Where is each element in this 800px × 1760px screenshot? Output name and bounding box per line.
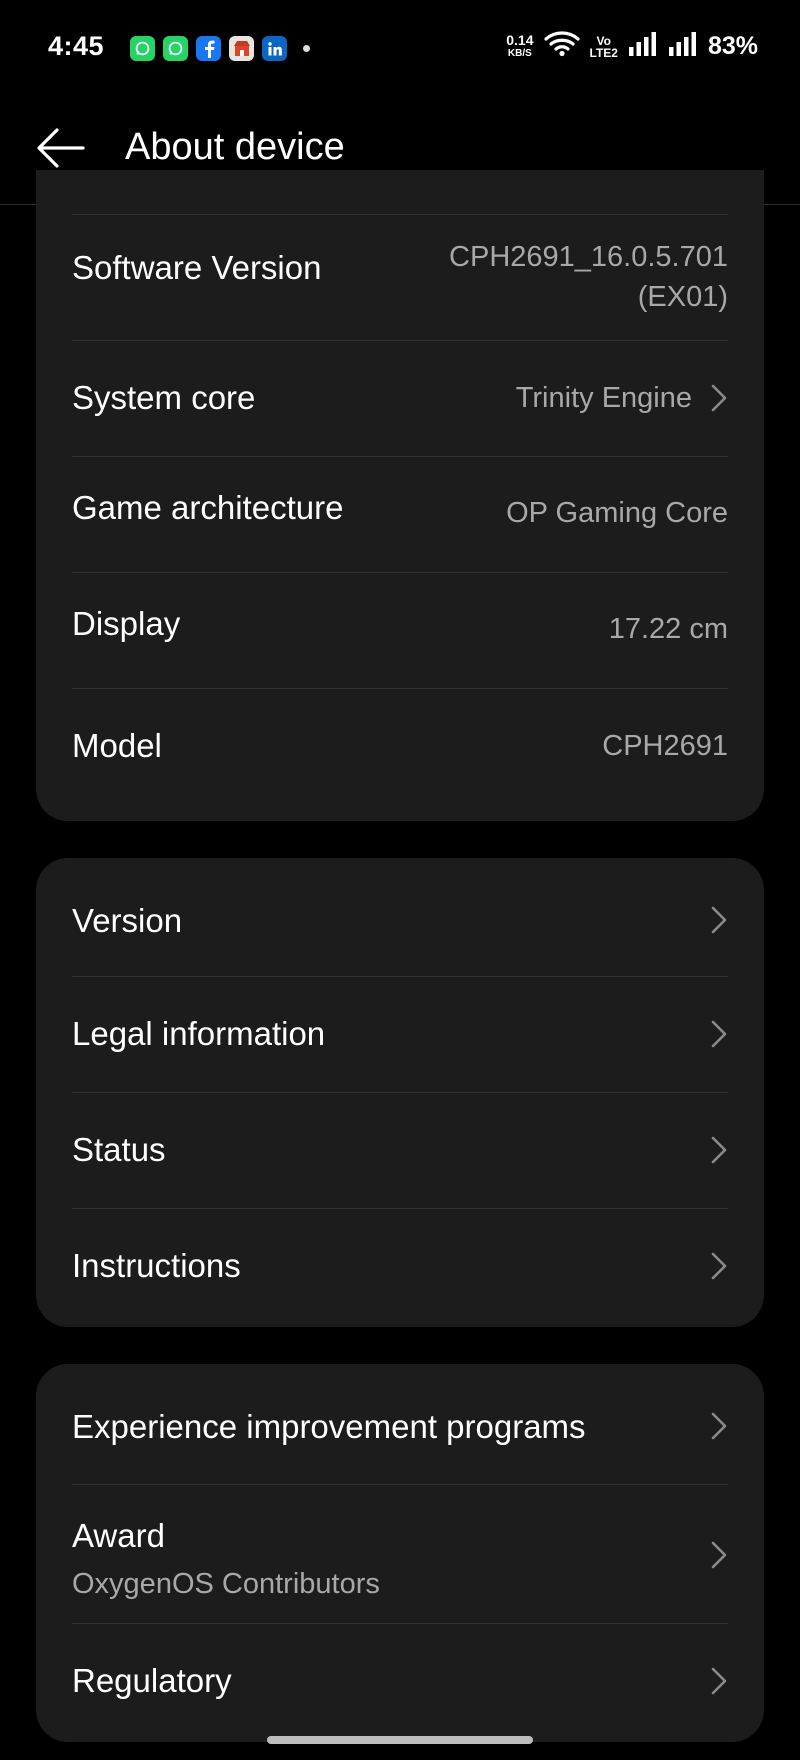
chevron-right-icon bbox=[710, 1135, 728, 1165]
signal-sim2-icon bbox=[668, 31, 698, 62]
divider bbox=[72, 170, 728, 215]
menu-item-status[interactable]: Status bbox=[72, 1093, 728, 1209]
spec-label: Model bbox=[72, 727, 162, 764]
menu-sublabel: OxygenOS Contributors bbox=[72, 1568, 380, 1600]
chevron-right-icon bbox=[710, 1666, 728, 1696]
menu-item-experience-improvement[interactable]: Experience improvement programs bbox=[72, 1364, 728, 1485]
spec-label: Display bbox=[72, 605, 181, 642]
spec-value: OP Gaming Core bbox=[506, 497, 728, 529]
signal-sim1-icon bbox=[628, 31, 658, 62]
spec-label: Game architecture bbox=[72, 489, 344, 526]
info-menu-card: Version Legal information Status Instruc… bbox=[36, 858, 764, 1327]
spec-label: System core bbox=[72, 379, 256, 416]
notification-icons bbox=[130, 36, 310, 61]
chevron-right-icon bbox=[710, 1540, 728, 1570]
menu-item-award[interactable]: Award OxygenOS Contributors bbox=[72, 1485, 728, 1624]
status-bar: 4:45 0.14 KB/S Vo LTE2 83% bbox=[0, 0, 800, 96]
system-indicators: 0.14 KB/S Vo LTE2 83% bbox=[506, 30, 758, 63]
programs-card: Experience improvement programs Award Ox… bbox=[36, 1364, 764, 1742]
menu-label: Status bbox=[72, 1131, 166, 1168]
clock: 4:45 bbox=[48, 31, 105, 61]
menu-label: Regulatory bbox=[72, 1662, 232, 1699]
spec-label: Software Version bbox=[72, 249, 322, 286]
shop-icon bbox=[229, 36, 254, 61]
menu-label: Legal information bbox=[72, 1015, 326, 1052]
menu-item-version[interactable]: Version bbox=[72, 858, 728, 977]
menu-item-legal-information[interactable]: Legal information bbox=[72, 977, 728, 1093]
chevron-right-icon bbox=[710, 1251, 728, 1281]
whatsapp-icon bbox=[130, 36, 155, 61]
page-title: About device bbox=[125, 126, 345, 168]
net-speed-unit: KB/S bbox=[507, 47, 532, 59]
chevron-right-icon bbox=[710, 383, 728, 413]
chevron-right-icon bbox=[710, 1019, 728, 1049]
spec-value-line2: (EX01) bbox=[637, 281, 728, 313]
spec-value: 17.22 cm bbox=[608, 613, 728, 645]
network-speed: 0.14 KB/S bbox=[506, 33, 533, 61]
menu-label: Award bbox=[72, 1517, 165, 1554]
spec-row-game-architecture[interactable]: Game architecture OP Gaming Core bbox=[72, 457, 728, 573]
battery-percent: 83% bbox=[707, 32, 758, 60]
wifi-icon bbox=[543, 30, 580, 63]
linkedin-icon bbox=[262, 36, 287, 61]
spec-row-model[interactable]: Model CPH2691 bbox=[72, 689, 728, 821]
spec-value: CPH2691_16.0.5.701 (EX01) bbox=[449, 237, 728, 317]
volte-indicator: Vo LTE2 bbox=[590, 35, 618, 59]
back-button[interactable] bbox=[36, 126, 88, 170]
spec-row-system-core[interactable]: System core Trinity Engine bbox=[72, 341, 728, 457]
spec-value-line1: CPH2691_16.0.5.701 bbox=[449, 241, 728, 273]
menu-label: Version bbox=[72, 902, 183, 939]
volte-bottom: LTE2 bbox=[589, 45, 618, 60]
back-arrow-icon bbox=[37, 128, 85, 168]
menu-label: Instructions bbox=[72, 1247, 241, 1284]
gesture-home-bar[interactable] bbox=[267, 1736, 533, 1744]
spec-value: Trinity Engine bbox=[515, 382, 692, 414]
spec-row-software-version[interactable]: Software Version CPH2691_16.0.5.701 (EX0… bbox=[72, 215, 728, 341]
whatsapp-business-icon bbox=[163, 36, 188, 61]
chevron-right-icon bbox=[710, 1411, 728, 1441]
menu-item-regulatory[interactable]: Regulatory bbox=[72, 1624, 728, 1742]
device-specs-card: Software Version CPH2691_16.0.5.701 (EX0… bbox=[36, 170, 764, 821]
net-speed-value: 0.14 bbox=[506, 31, 534, 48]
spec-value: CPH2691 bbox=[602, 730, 728, 762]
menu-item-instructions[interactable]: Instructions bbox=[72, 1209, 728, 1327]
menu-label: Experience improvement programs bbox=[72, 1408, 586, 1445]
spec-row-display[interactable]: Display 17.22 cm bbox=[72, 573, 728, 689]
more-notifications-dot bbox=[303, 45, 310, 52]
facebook-icon bbox=[196, 36, 221, 61]
chevron-right-icon bbox=[710, 905, 728, 935]
